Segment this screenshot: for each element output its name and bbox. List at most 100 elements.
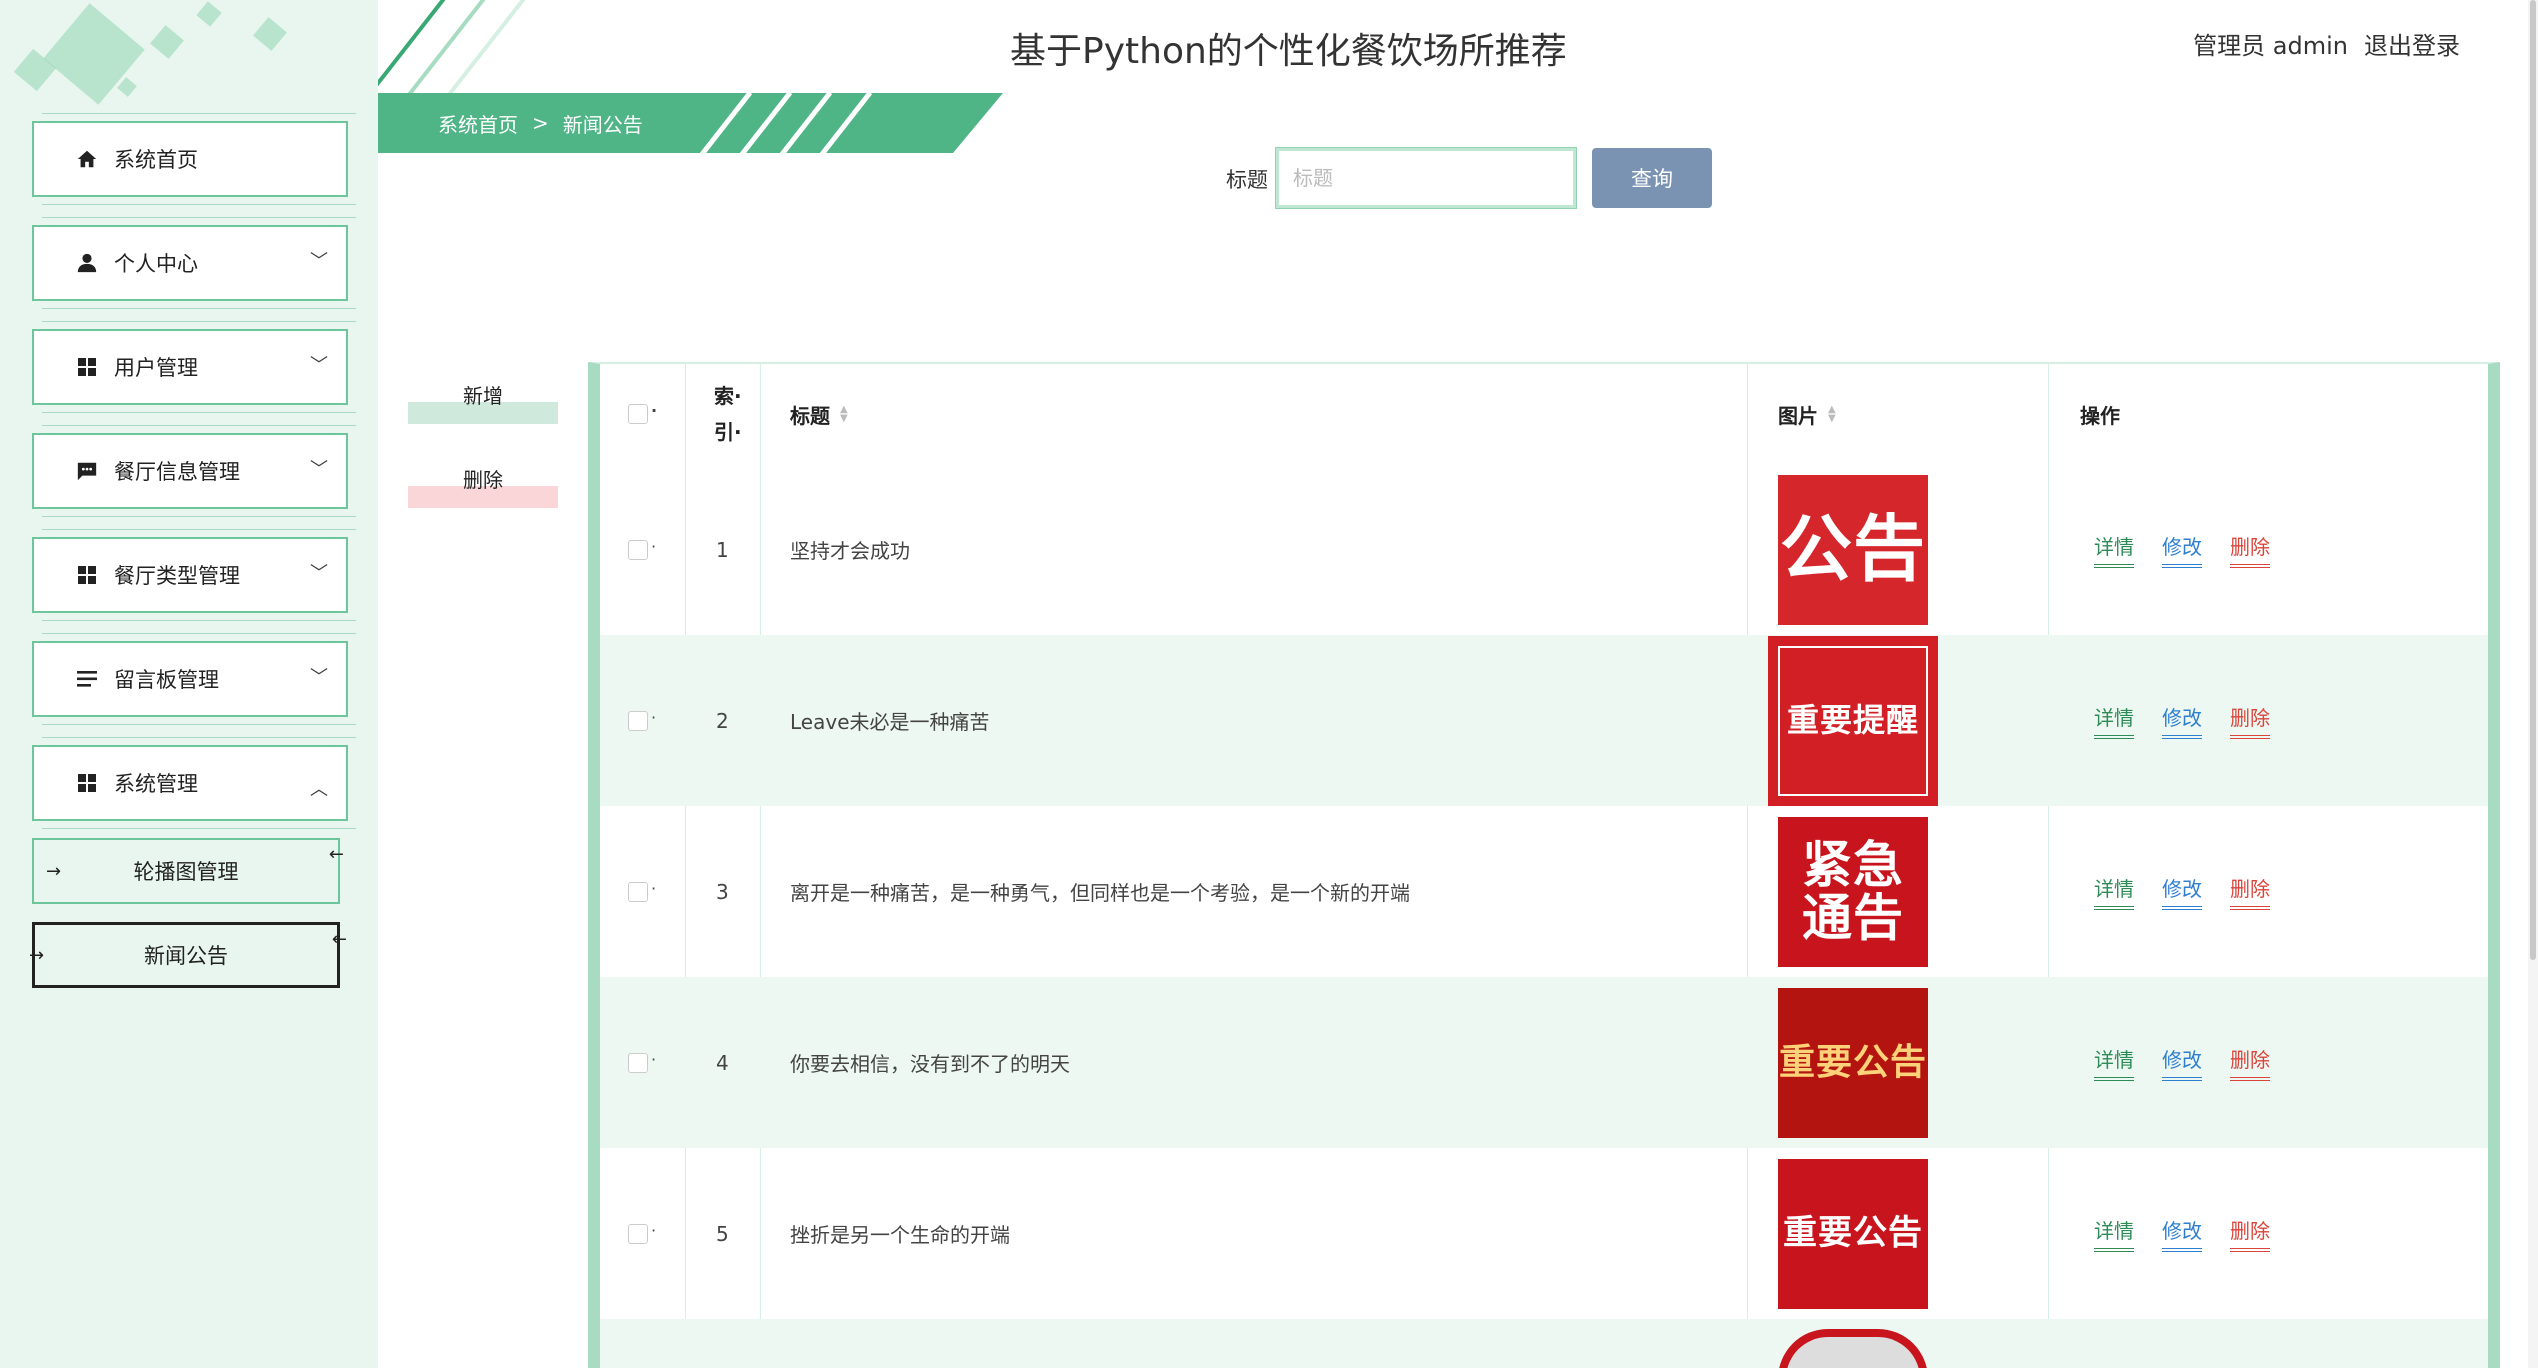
chevron-down-icon: ﹀ [310,563,328,584]
column-header-label: 图片 [1778,403,1818,428]
chevron-up-icon: ︿ [310,779,328,800]
sidebar-item-restaurant-info[interactable]: 餐厅信息管理 ﹀ [32,425,356,517]
table-header: 索·引· 标题 ▲▼ 图片 ▲▼ 操作 [600,364,2488,464]
decor-square [150,25,184,59]
edit-link[interactable]: 修改 [2162,1044,2202,1081]
row-index: 2 [716,708,729,733]
sidebar-item-messages[interactable]: 留言板管理 ﹀ [32,633,356,725]
row-checkbox[interactable] [628,708,656,731]
sidebar-item-profile[interactable]: 个人中心 ﹀ [32,217,356,309]
delete-link[interactable]: 删除 [2230,531,2270,568]
home-icon [74,146,100,172]
sidebar-item-users[interactable]: 用户管理 ﹀ [32,321,356,413]
search-input[interactable] [1275,147,1577,209]
chevron-down-icon: ﹀ [310,355,328,376]
detail-link[interactable]: 详情 [2094,873,2134,910]
search-button[interactable]: 查询 [1592,148,1712,208]
arrow-left-icon: ← [328,844,344,865]
chat-icon [74,458,100,484]
row-image: 重要公告 [1778,987,1928,1138]
page-scrollbar[interactable] [2528,0,2538,1368]
row-image: 重要公告 [1778,1158,1928,1309]
sidebar-item-label: 系统首页 [114,148,198,172]
search-label: 标题 [1226,168,1268,192]
sidebar-item-label: 餐厅信息管理 [114,460,240,484]
sidebar-item-label: 系统管理 [114,772,198,796]
column-header-title[interactable]: 标题 ▲ ▼ [790,364,848,464]
sort-icon[interactable]: ▲ ▼ [1828,405,1836,424]
breadcrumb-home[interactable]: 系统首页 [438,109,518,138]
sidebar-subitem-carousel[interactable]: → 轮播图管理 ← [32,838,344,904]
sidebar-subitem-label: 轮播图管理 [133,860,239,884]
row-index: 5 [716,1221,729,1246]
user-name: 管理员 admin [2193,32,2348,60]
delete-link[interactable]: 删除 [2230,1215,2270,1252]
sidebar-item-label: 餐厅类型管理 [114,564,240,588]
page-title: 基于Python的个性化餐饮场所推荐 [1010,31,1567,72]
grid-icon [74,770,100,796]
row-image: 公告 [1778,474,1928,625]
sidebar-item-restaurant-types[interactable]: 餐厅类型管理 ﹀ [32,529,356,621]
row-image-partial [1778,1329,1928,1368]
table-row: 1 坚持才会成功 公告 详情 修改 删除 [600,464,2488,635]
delete-link[interactable]: 删除 [2230,1044,2270,1081]
column-header-image[interactable]: 图片 ▲ ▼ [1778,364,1836,464]
decor-square [253,17,287,51]
row-checkbox[interactable] [628,1221,656,1244]
arrow-right-icon: → [46,860,62,882]
row-title: 离开是一种痛苦，是一种勇气，但同样也是一个考验，是一个新的开端 [790,881,1410,905]
row-image: 重要提醒 [1768,635,1938,806]
delete-link[interactable]: 删除 [2230,873,2270,910]
detail-link[interactable]: 详情 [2094,702,2134,739]
edit-link[interactable]: 修改 [2162,873,2202,910]
sidebar-item-system[interactable]: 系统管理 ︿ [32,737,356,829]
row-title: 挫折是另一个生命的开端 [790,1223,1010,1247]
table-row: 5 挫折是另一个生命的开端 重要公告 详情 修改 删除 [600,1148,2488,1319]
grid-icon [74,354,100,380]
row-title: Leave未必是一种痛苦 [790,710,990,734]
row-checkbox[interactable] [628,537,656,560]
row-title: 坚持才会成功 [790,539,910,563]
row-image: 紧急通告 [1778,816,1928,967]
row-index: 1 [716,537,729,562]
table-row: 4 你要去相信，没有到不了的明天 重要公告 详情 修改 删除 [600,977,2488,1148]
chevron-down-icon: ﹀ [310,251,328,272]
sidebar-subitem-news[interactable]: → 新闻公告 ← [29,922,347,988]
logout-link[interactable]: 退出登录 [2364,26,2460,61]
detail-link[interactable]: 详情 [2094,1215,2134,1252]
sidebar-item-home[interactable]: 系统首页 [32,113,356,205]
sidebar-item-label: 用户管理 [114,356,198,380]
sidebar-item-label: 个人中心 [114,252,198,276]
list-icon [74,666,100,692]
column-header-label: 标题 [790,403,830,428]
table-row: 3 离开是一种痛苦，是一种勇气，但同样也是一个考验，是一个新的开端 紧急通告 详… [600,806,2488,977]
edit-link[interactable]: 修改 [2162,531,2202,568]
edit-link[interactable]: 修改 [2162,1215,2202,1252]
row-title: 你要去相信，没有到不了的明天 [790,1052,1070,1076]
app-root: 系统首页 个人中心 ﹀ 用户管理 ﹀ 餐厅信息管理 ﹀ 餐厅类型管理 ﹀ 留言板… [0,0,2538,1368]
row-checkbox[interactable] [628,1050,656,1073]
decor-square [117,77,137,97]
table-row: 2 Leave未必是一种痛苦 重要提醒 详情 修改 删除 [600,635,2488,806]
row-checkbox[interactable] [628,879,656,902]
chevron-down-icon: ﹀ [310,667,328,688]
sidebar-item-label: 留言板管理 [114,668,219,692]
batch-delete-button[interactable]: 删除 [408,464,558,508]
select-all-checkbox[interactable] [628,401,657,424]
user-area: 管理员 admin 退出登录 [2193,26,2460,61]
arrow-right-icon: → [29,944,45,966]
edit-link[interactable]: 修改 [2162,702,2202,739]
sort-icon[interactable]: ▲ ▼ [840,405,848,424]
scrollbar-thumb[interactable] [2530,0,2536,960]
delete-link[interactable]: 删除 [2230,702,2270,739]
breadcrumb: 系统首页 > 新闻公告 [378,93,1003,153]
detail-link[interactable]: 详情 [2094,531,2134,568]
detail-link[interactable]: 详情 [2094,1044,2134,1081]
decor-square [196,1,222,27]
row-index: 4 [716,1050,729,1075]
grid-icon [74,562,100,588]
add-button[interactable]: 新增 [408,380,558,424]
table-row [600,1319,2488,1368]
header-decoration [378,0,558,96]
sidebar: 系统首页 个人中心 ﹀ 用户管理 ﹀ 餐厅信息管理 ﹀ 餐厅类型管理 ﹀ 留言板… [0,0,378,1368]
